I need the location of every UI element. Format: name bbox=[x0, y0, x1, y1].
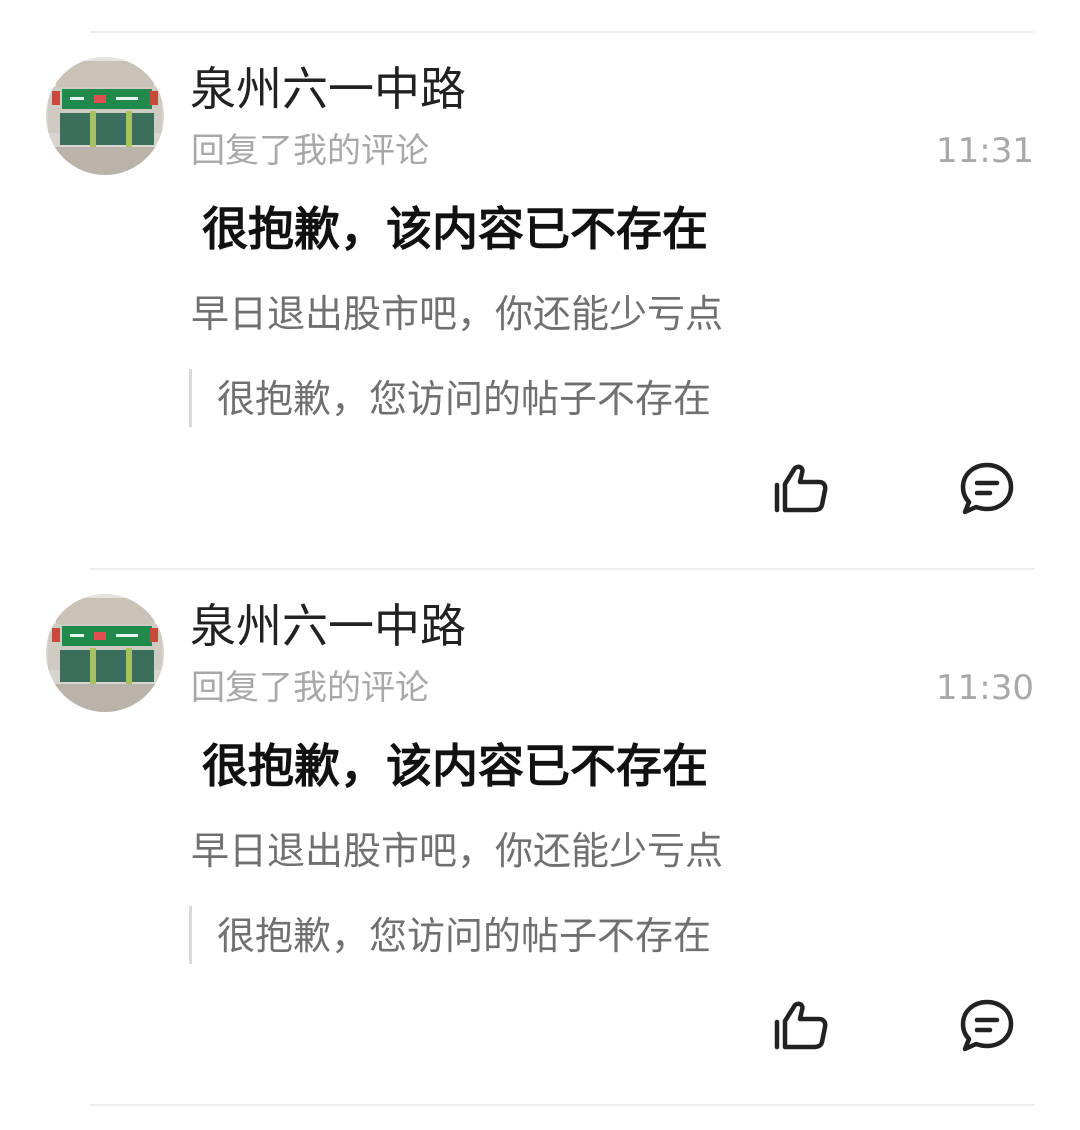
timestamp: 11:30 bbox=[936, 668, 1034, 708]
reply-text[interactable]: 早日退出股市吧，你还能少亏点 bbox=[191, 289, 723, 339]
thumbs-up-icon bbox=[773, 463, 829, 519]
like-button[interactable] bbox=[771, 998, 831, 1058]
comment-bubble-icon bbox=[959, 461, 1015, 521]
deleted-content-notice[interactable]: 很抱歉，该内容已不存在 bbox=[202, 736, 708, 796]
notification-item[interactable]: 泉州六一中路 回复了我的评论 11:31 很抱歉，该内容已不存在 早日退出股市吧… bbox=[0, 31, 1080, 568]
notification-item[interactable]: 泉州六一中路 回复了我的评论 11:30 很抱歉，该内容已不存在 早日退出股市吧… bbox=[0, 568, 1080, 1105]
reply-text[interactable]: 早日退出股市吧，你还能少亏点 bbox=[191, 826, 723, 876]
user-avatar[interactable] bbox=[46, 57, 164, 175]
thumbs-up-icon bbox=[773, 1000, 829, 1056]
action-text: 回复了我的评论 bbox=[191, 131, 429, 171]
user-avatar[interactable] bbox=[46, 594, 164, 712]
timestamp: 11:31 bbox=[936, 131, 1034, 171]
comment-button[interactable] bbox=[957, 461, 1017, 521]
quoted-comment[interactable]: 很抱歉，您访问的帖子不存在 bbox=[217, 911, 711, 961]
username[interactable]: 泉州六一中路 bbox=[190, 59, 466, 119]
quote-bar bbox=[189, 906, 192, 964]
divider bbox=[90, 1104, 1035, 1106]
quoted-comment[interactable]: 很抱歉，您访问的帖子不存在 bbox=[217, 374, 711, 424]
action-text: 回复了我的评论 bbox=[191, 668, 429, 708]
comment-bubble-icon bbox=[959, 998, 1015, 1058]
like-button[interactable] bbox=[771, 461, 831, 521]
deleted-content-notice[interactable]: 很抱歉，该内容已不存在 bbox=[202, 199, 708, 259]
comment-button[interactable] bbox=[957, 998, 1017, 1058]
username[interactable]: 泉州六一中路 bbox=[190, 596, 466, 656]
quote-bar bbox=[189, 369, 192, 427]
